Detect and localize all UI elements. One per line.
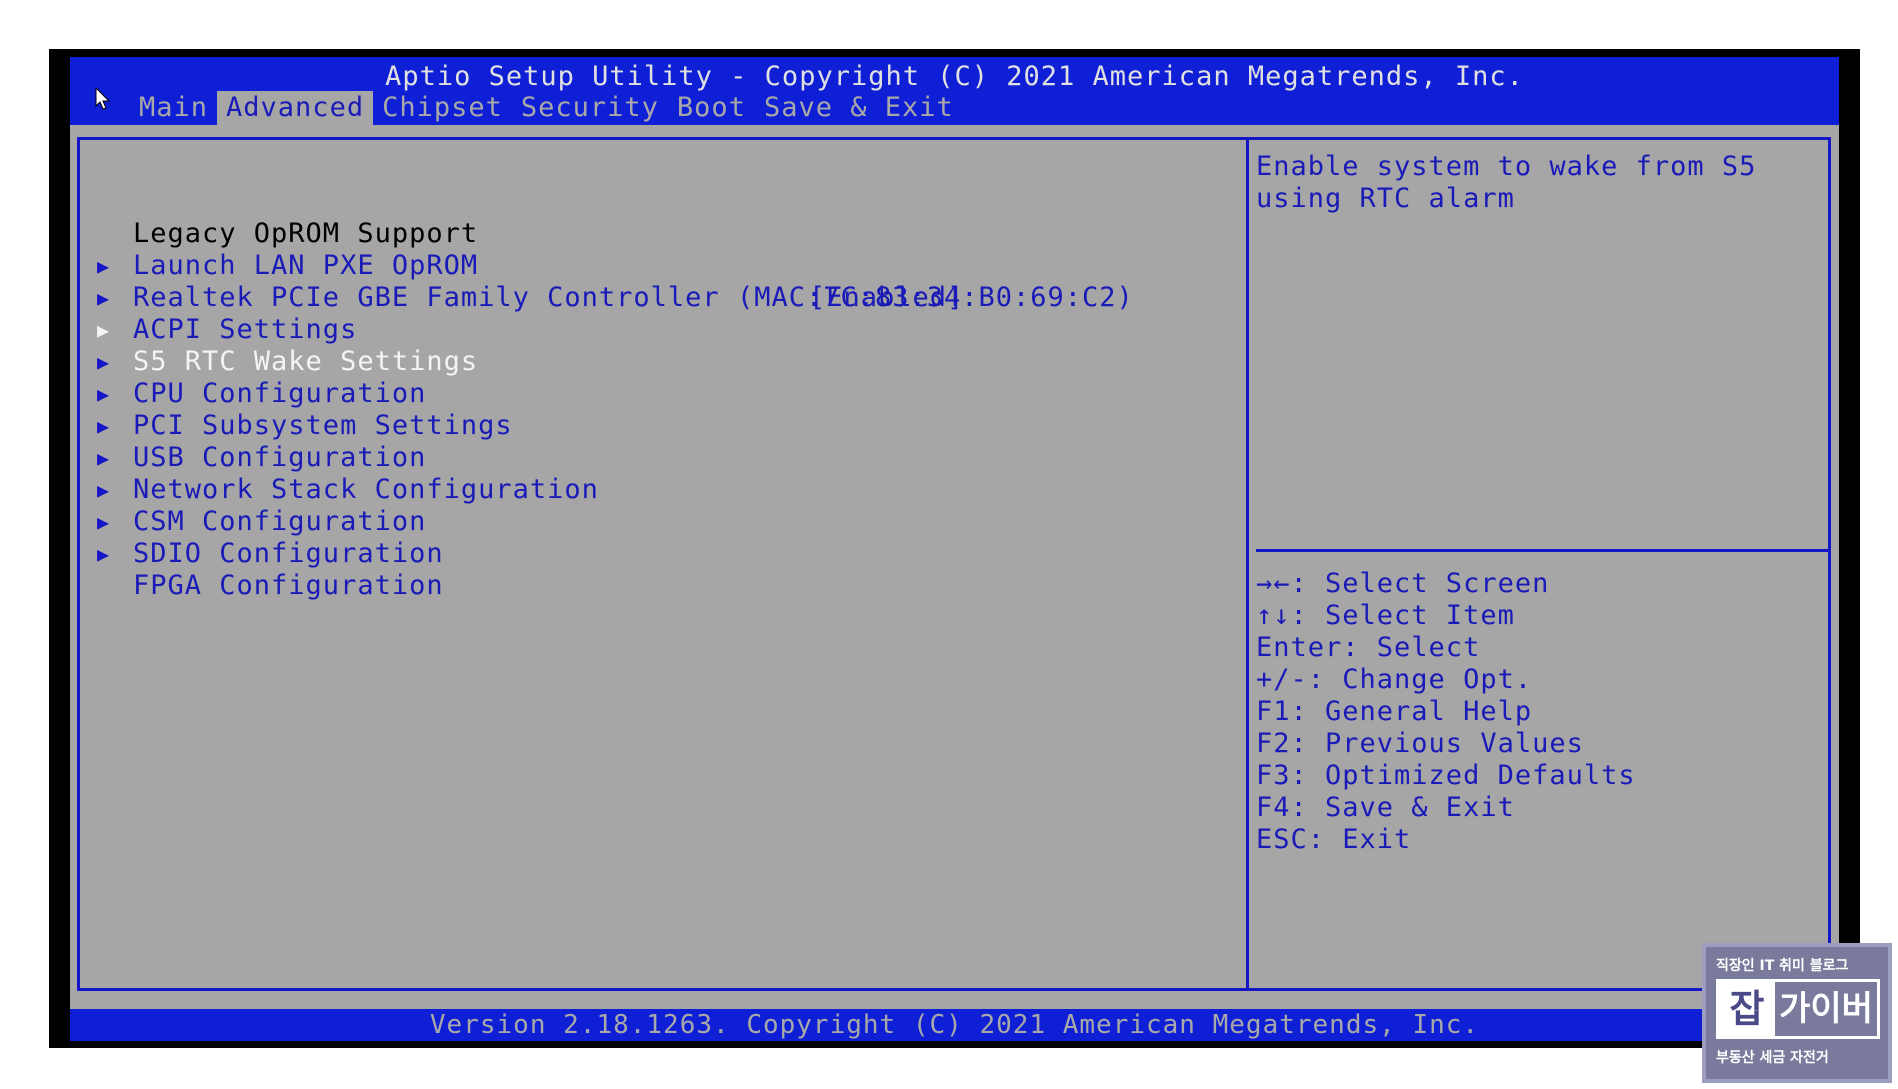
tab-save-exit[interactable]: Save & Exit bbox=[755, 91, 963, 125]
menu-item-launch-lan-pxe[interactable]: Launch LAN PXE OpROM [Enabled] bbox=[97, 186, 963, 313]
key-esc-exit: ESC: Exit bbox=[1256, 824, 1412, 855]
version-text: Version 2.18.1263. Copyright (C) 2021 Am… bbox=[429, 1010, 1480, 1040]
menu-item-label: FPGA Configuration bbox=[133, 570, 444, 601]
menu-panel: Legacy OpROM Support Launch LAN PXE OpRO… bbox=[77, 137, 1246, 991]
footer-bar: Version 2.18.1263. Copyright (C) 2021 Am… bbox=[70, 1009, 1839, 1041]
menu-list: Legacy OpROM Support Launch LAN PXE OpRO… bbox=[97, 154, 1133, 601]
blog-watermark-logo: 직장인 IT 취미 블로그 잡 가이버 부동산 세금 자전거 bbox=[1702, 943, 1892, 1083]
menu-item-label: Realtek PCIe GBE Family Controller (MAC:… bbox=[133, 282, 1134, 313]
menu-item-fpga-configuration[interactable]: ▶ FPGA Configuration bbox=[97, 506, 443, 601]
tab-advanced[interactable]: Advanced bbox=[217, 91, 374, 125]
bios-screen: Aptio Setup Utility - Copyright (C) 2021… bbox=[70, 57, 1839, 1041]
menu-item-cpu-configuration[interactable]: ▶ CPU Configuration bbox=[97, 314, 425, 409]
watermark-top-text: 직장인 IT 취미 블로그 bbox=[1716, 958, 1849, 974]
key-general-help: F1: General Help bbox=[1256, 696, 1533, 727]
help-text: Enable system to wake from S5 using RTC … bbox=[1256, 151, 1816, 215]
key-legend: →←: Select Screen ↑↓: Select Item Enter:… bbox=[1256, 568, 1636, 856]
menu-item-sdio-configuration[interactable]: ▶ SDIO Configuration bbox=[97, 474, 443, 569]
menu-item-s5-rtc-wake[interactable]: ▶ S5 RTC Wake Settings bbox=[97, 282, 477, 377]
help-separator bbox=[1256, 549, 1828, 552]
key-change-opt: +/-: Change Opt. bbox=[1256, 664, 1533, 695]
menu-item-pci-subsystem[interactable]: ▶ PCI Subsystem Settings bbox=[97, 346, 512, 441]
key-select-screen: →←: Select Screen bbox=[1256, 568, 1550, 599]
menu-item-acpi-settings[interactable]: ▶ ACPI Settings bbox=[97, 250, 356, 345]
tab-bar: Main Advanced Chipset Security Boot Save… bbox=[130, 91, 963, 125]
tab-chipset[interactable]: Chipset bbox=[373, 91, 512, 125]
tab-main[interactable]: Main bbox=[130, 91, 217, 125]
menu-heading-legacy-oprom: Legacy OpROM Support bbox=[97, 154, 477, 249]
key-save-exit: F4: Save & Exit bbox=[1256, 792, 1515, 823]
key-enter-select: Enter: Select bbox=[1256, 632, 1481, 663]
menu-item-realtek-controller[interactable]: ▶ Realtek PCIe GBE Family Controller (MA… bbox=[97, 218, 1133, 313]
menu-item-network-stack[interactable]: ▶ Network Stack Configuration bbox=[97, 410, 598, 505]
key-previous-values: F2: Previous Values bbox=[1256, 728, 1584, 759]
help-line: Enable system to wake from S5 bbox=[1256, 151, 1757, 182]
utility-title: Aptio Setup Utility - Copyright (C) 2021… bbox=[385, 61, 1524, 92]
menu-item-usb-configuration[interactable]: ▶ USB Configuration bbox=[97, 378, 425, 473]
key-select-item: ↑↓: Select Item bbox=[1256, 600, 1515, 631]
help-line: using RTC alarm bbox=[1256, 183, 1515, 214]
triangle-right-icon: ▶ bbox=[97, 542, 111, 566]
watermark-right-text: 가이버 bbox=[1779, 989, 1873, 1029]
tab-security[interactable]: Security bbox=[512, 91, 668, 125]
tab-boot[interactable]: Boot bbox=[668, 91, 755, 125]
menu-item-csm-configuration[interactable]: ▶ CSM Configuration bbox=[97, 442, 425, 537]
watermark-left-text: 잡 bbox=[1719, 982, 1775, 1036]
header-bar: Aptio Setup Utility - Copyright (C) 2021… bbox=[70, 57, 1839, 125]
help-panel bbox=[1249, 137, 1831, 991]
watermark-bottom-text: 부동산 세금 자전거 bbox=[1716, 1050, 1829, 1066]
watermark-box: 잡 가이버 bbox=[1716, 979, 1880, 1039]
key-optimized-defaults: F3: Optimized Defaults bbox=[1256, 760, 1636, 791]
